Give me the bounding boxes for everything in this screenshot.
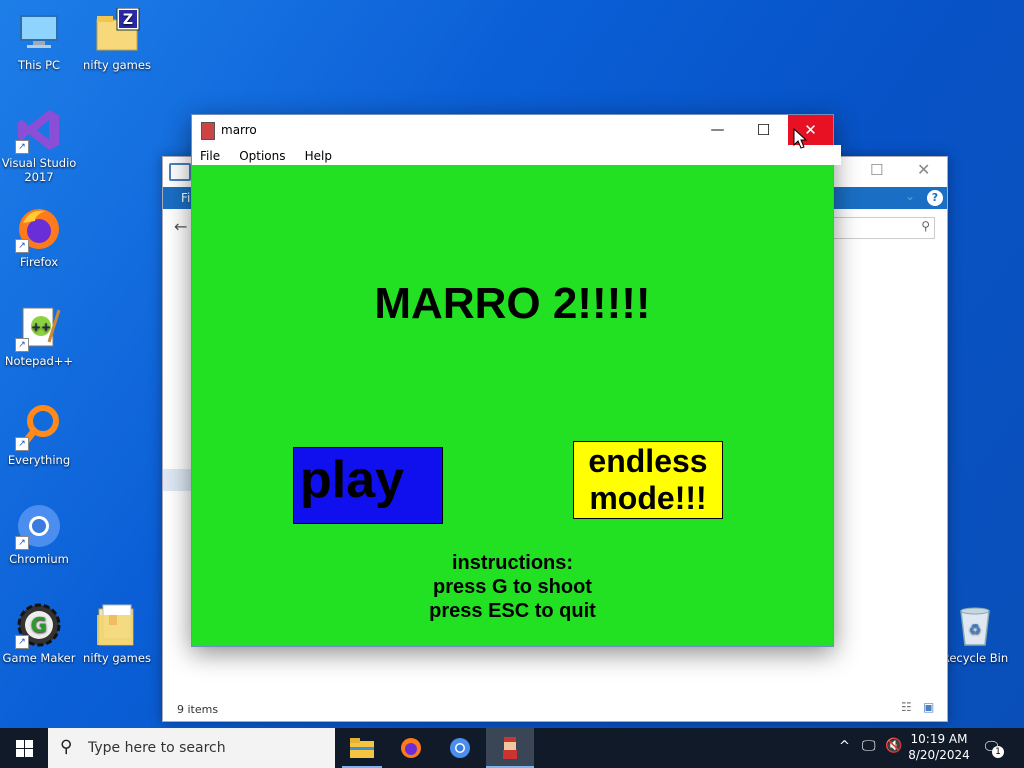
firefox-icon xyxy=(401,738,421,758)
firefox-icon: ↗ xyxy=(15,205,63,253)
desktop-icon-nifty-games-zip[interactable]: Z nifty games xyxy=(78,7,156,72)
close-icon[interactable]: ✕ xyxy=(917,160,930,179)
mouse-cursor-icon xyxy=(793,128,807,149)
menu-options[interactable]: Options xyxy=(239,149,285,163)
minimize-button[interactable]: — xyxy=(695,115,740,145)
game-window[interactable]: marro — ☐ ✕ File Options Help MARRO 2!!!… xyxy=(191,114,841,647)
folder-icon xyxy=(93,601,141,649)
shortcut-arrow-icon: ↗ xyxy=(15,239,29,253)
clock-time: 10:19 AM xyxy=(910,732,968,746)
windows-logo-icon xyxy=(16,740,33,757)
desktop-icon-label: Game Maker xyxy=(2,651,76,665)
notepad-plus-plus-icon: ++ ↗ xyxy=(15,304,63,352)
svg-text:++: ++ xyxy=(31,320,51,334)
menu-bar: File Options Help xyxy=(192,145,841,165)
play-button[interactable]: play xyxy=(293,447,443,524)
game-canvas[interactable]: MARRO 2!!!!! play endless mode!!! instru… xyxy=(192,165,833,646)
marro-app-icon xyxy=(503,737,517,759)
svg-text:G: G xyxy=(31,613,47,637)
window-title: marro xyxy=(221,123,257,137)
desktop-icon-label: Recycle Bin xyxy=(941,651,1009,665)
status-item-count: 9 items xyxy=(177,703,219,716)
clock-date: 8/20/2024 xyxy=(908,748,970,762)
play-label: play xyxy=(300,451,405,509)
desktop-icon-this-pc[interactable]: This PC xyxy=(0,8,78,72)
clock[interactable]: 10:19 AM 8/20/2024 xyxy=(906,731,972,765)
chromium-icon: ↗ xyxy=(15,502,63,550)
ribbon-tab-file[interactable]: Fi xyxy=(181,191,190,205)
desktop-icon-chromium[interactable]: ↗ Chromium xyxy=(0,502,78,566)
desktop-icon-label: This PC xyxy=(17,58,61,72)
menu-help[interactable]: Help xyxy=(305,149,332,163)
instructions-shoot: press G to shoot xyxy=(433,576,592,598)
desktop-icon-nifty-games-folder[interactable]: nifty games xyxy=(78,601,156,665)
recycle-bin-icon: ♻ xyxy=(951,601,999,649)
desktop-icon-label: Chromium xyxy=(9,552,69,566)
search-placeholder: Type here to search xyxy=(88,740,226,756)
volume-muted-icon[interactable]: 🔇 xyxy=(885,738,902,754)
explorer-search-input[interactable]: ⚲ xyxy=(831,217,935,239)
taskbar-search-box[interactable]: ⚲ Type here to search xyxy=(48,728,335,768)
maximize-button[interactable]: ☐ xyxy=(741,115,786,145)
taskbar-marro[interactable] xyxy=(486,728,534,768)
desktop-icon-label: Firefox xyxy=(19,255,59,269)
desktop-icon-label: Visual Studio 2017 xyxy=(1,156,77,184)
desktop-icon-label: nifty games xyxy=(83,651,151,665)
nav-pane-selected-item[interactable] xyxy=(163,469,193,491)
large-icons-view-icon[interactable]: ▣ xyxy=(923,700,934,714)
computer-icon xyxy=(169,163,191,181)
desktop-icon-notepad-plus-plus[interactable]: ++ ↗ Notepad++ xyxy=(0,304,78,368)
shortcut-arrow-icon: ↗ xyxy=(15,437,29,451)
shortcut-arrow-icon: ↗ xyxy=(15,536,29,550)
menu-file[interactable]: File xyxy=(200,149,220,163)
chevron-down-icon[interactable]: ⌄ xyxy=(905,189,915,203)
notification-count-badge: 1 xyxy=(992,746,1004,758)
network-icon[interactable]: 🖵 xyxy=(862,738,876,754)
app-icon xyxy=(201,122,215,140)
pc-icon xyxy=(15,8,63,56)
taskbar-file-explorer[interactable] xyxy=(338,728,386,768)
instructions-quit: press ESC to quit xyxy=(429,600,596,622)
svg-text:♻: ♻ xyxy=(969,622,982,638)
desktop-icon-label: nifty games xyxy=(83,58,151,72)
visual-studio-icon: ↗ xyxy=(15,106,63,154)
desktop-icon-everything[interactable]: ↗ Everything xyxy=(0,403,78,467)
details-view-icon[interactable]: ☷ xyxy=(901,700,912,714)
desktop-icon-firefox[interactable]: ↗ Firefox xyxy=(0,205,78,269)
taskbar-chromium[interactable] xyxy=(436,728,484,768)
desktop-icon-visual-studio[interactable]: ↗ Visual Studio 2017 xyxy=(0,106,78,184)
help-icon[interactable]: ? xyxy=(927,190,943,206)
game-maker-icon: G ↗ xyxy=(15,601,63,649)
chevron-up-icon[interactable]: ^ xyxy=(839,739,850,754)
endless-label-line1: endless xyxy=(588,443,708,479)
search-icon: ⚲ xyxy=(60,737,73,757)
folder-icon xyxy=(350,738,374,758)
shortcut-arrow-icon: ↗ xyxy=(15,140,29,154)
game-title: MARRO 2!!!!! xyxy=(374,279,651,328)
instructions-heading: instructions: xyxy=(451,552,574,574)
chromium-icon xyxy=(450,738,470,758)
search-icon: ⚲ xyxy=(921,219,930,233)
shortcut-arrow-icon: ↗ xyxy=(15,338,29,352)
shortcut-arrow-icon: ↗ xyxy=(15,635,29,649)
taskbar: ⚲ Type here to search ^ 🖵 🔇 10:19 AM 8/2… xyxy=(0,728,1024,768)
start-button[interactable] xyxy=(0,728,48,768)
everything-search-icon: ↗ xyxy=(15,403,63,451)
endless-mode-button[interactable]: endless mode!!! xyxy=(573,441,723,519)
desktop-icon-label: Notepad++ xyxy=(4,354,74,368)
endless-label-line2: mode!!! xyxy=(589,480,707,516)
maximize-icon[interactable]: ☐ xyxy=(870,161,883,179)
desktop-icon-label: Everything xyxy=(7,453,71,467)
game-titlebar[interactable]: marro — ☐ ✕ xyxy=(192,115,833,145)
notification-center-button[interactable]: 🗨 1 xyxy=(982,738,1004,758)
svg-text:Z: Z xyxy=(123,12,133,28)
taskbar-firefox[interactable] xyxy=(387,728,435,768)
back-arrow-icon[interactable]: ← xyxy=(174,217,187,236)
desktop-icon-game-maker[interactable]: G ↗ Game Maker xyxy=(0,601,78,665)
zip-folder-icon: Z xyxy=(93,7,141,56)
